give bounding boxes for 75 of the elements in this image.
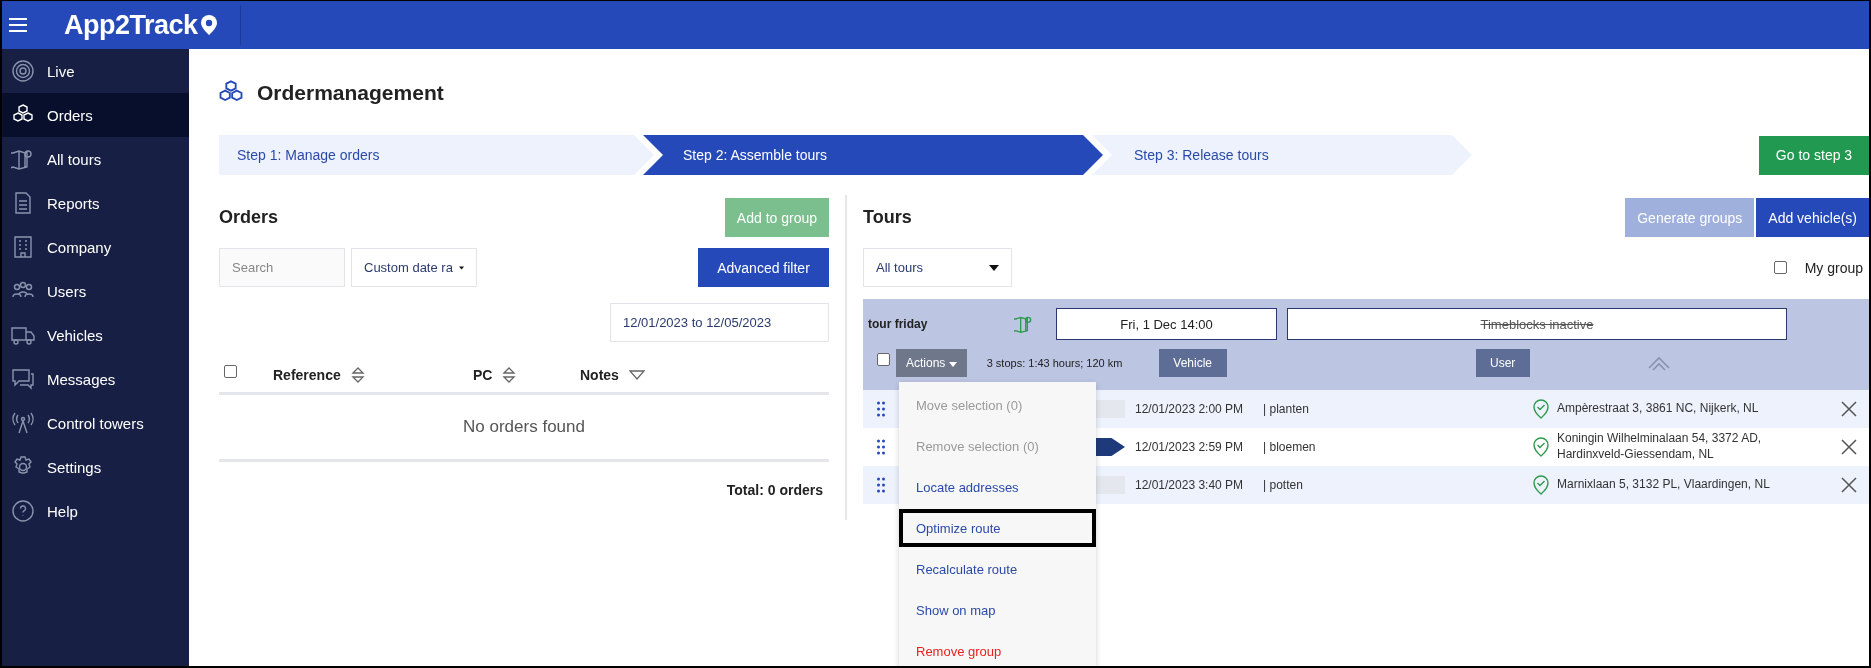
actions-button[interactable]: Actions (896, 349, 967, 377)
step-tab[interactable]: Step 3: Release tours (1092, 135, 1472, 175)
sidebar-item[interactable]: Control towers (2, 401, 189, 445)
sidebar-item[interactable]: Vehicles (2, 313, 189, 357)
stop-time: 12/01/2023 2:59 PM (1135, 440, 1245, 454)
column-header[interactable]: Reference (273, 367, 341, 383)
sidebar-item[interactable]: Settings (2, 445, 189, 489)
stop-note: | planten (1263, 402, 1310, 416)
start-time-field[interactable]: Fri, 1 Dec 14:00 (1056, 308, 1277, 340)
tours-select[interactable]: All tours (863, 248, 1012, 287)
building-icon (11, 235, 35, 259)
menu-item[interactable]: Remove group (899, 632, 1096, 666)
sort-icon[interactable] (350, 367, 365, 383)
antenna-icon (11, 411, 35, 435)
next-step-button[interactable]: Go to step 3 (1759, 135, 1869, 175)
user-button[interactable]: User (1475, 349, 1530, 377)
stop-note: | bloemen (1263, 440, 1317, 454)
sidebar-item[interactable]: Company (2, 225, 189, 269)
filter-icon[interactable] (628, 370, 645, 380)
sidebar-item[interactable]: Users (2, 269, 189, 313)
help-icon (11, 499, 35, 523)
sidebar-item[interactable]: Reports (2, 181, 189, 225)
date-range-field[interactable]: 12/01/2023 to 12/05/2023 (610, 303, 829, 342)
advanced-filter-button[interactable]: Advanced filter (698, 248, 829, 287)
stop-address: Ampèrestraat 3, 3861 NC, Nijkerk, NL (1557, 400, 1760, 418)
date-range-select[interactable]: Custom date ra (351, 248, 477, 287)
section-heading: Orders (219, 207, 279, 228)
caret-icon (989, 264, 999, 271)
drag-handle-icon[interactable] (877, 401, 885, 417)
section-heading: Tours (863, 207, 912, 228)
checkbox[interactable] (877, 352, 890, 366)
drag-handle-icon[interactable] (877, 439, 885, 455)
stop-address: Koningin Wilhelminalaan 54, 3372 AD, Hardinxveld-Giessendam, NL (1557, 430, 1763, 463)
menu-item[interactable]: Optimize route (899, 509, 1096, 547)
drag-handle-icon[interactable] (877, 477, 885, 493)
add-vehicle-button[interactable]: Add vehicle(s) (1756, 198, 1869, 237)
column-header[interactable]: PC (473, 367, 493, 383)
checkbox-label: My group (1804, 259, 1863, 276)
checkbox[interactable] (1773, 261, 1787, 274)
checkbox[interactable] (224, 364, 237, 378)
caret-icon (458, 264, 464, 271)
chat-icon (11, 367, 35, 391)
sort-icon[interactable] (502, 367, 517, 383)
close-icon[interactable] (1841, 439, 1857, 455)
stop-time: 12/01/2023 3:40 PM (1135, 478, 1245, 492)
sidebar-item[interactable]: Live (2, 49, 189, 93)
caret-icon (948, 362, 957, 367)
tour-stats: 3 stops: 1:43 hours; 120 km (986, 357, 1124, 369)
total-count: Total: 0 orders (726, 482, 823, 498)
stop-note: | potten (1263, 478, 1304, 492)
menu-item[interactable]: Locate addresses (899, 468, 1096, 506)
map-pin-icon (199, 14, 218, 36)
step-tab[interactable]: Step 1: Manage orders (219, 135, 654, 175)
vehicle-button[interactable]: Vehicle (1158, 349, 1227, 377)
sidebar-item[interactable]: Orders (2, 93, 189, 137)
target-icon (11, 59, 35, 83)
menu-item[interactable]: Recalculate route (899, 550, 1096, 588)
close-icon[interactable] (1841, 401, 1857, 417)
map-icon (11, 147, 35, 171)
menu-item[interactable]: Show on map (899, 591, 1096, 629)
step-tab[interactable]: Step 2: Assemble tours (643, 135, 1103, 175)
sidebar-item[interactable]: Messages (2, 357, 189, 401)
column-header[interactable]: Notes (580, 367, 619, 383)
app-logo[interactable]: App2Track (64, 9, 198, 41)
close-icon[interactable] (1841, 477, 1857, 493)
tour-name: tour friday (868, 317, 929, 331)
timeblocks-field[interactable]: Timeblocks inactive (1287, 308, 1787, 340)
stop-address: Marnixlaan 5, 3132 PL, Vlaardingen, NL (1557, 476, 1771, 494)
sidebar-item[interactable]: All tours (2, 137, 189, 181)
menu-icon[interactable] (8, 17, 28, 33)
page-title: Ordermanagement (257, 81, 444, 105)
sidebar-item[interactable]: Help (2, 489, 189, 533)
search-field[interactable]: Search (219, 248, 345, 287)
empty-message: No orders found (219, 395, 829, 462)
stop-time: 12/01/2023 2:00 PM (1135, 402, 1245, 416)
